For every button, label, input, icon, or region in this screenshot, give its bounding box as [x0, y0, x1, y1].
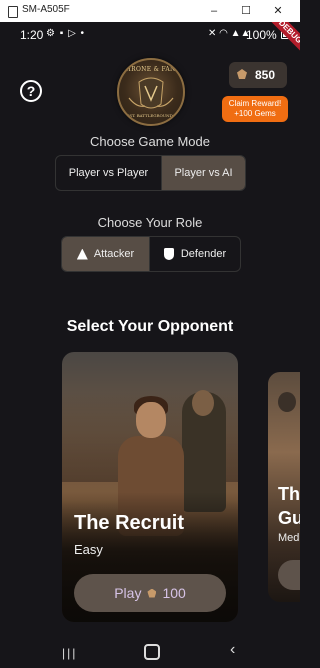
- gem-balance: 850: [229, 62, 287, 88]
- axe-icon: [278, 392, 296, 412]
- opponent-difficulty: Easy: [74, 542, 103, 557]
- status-signal-icons: ✕ ◠ ▲▲: [208, 28, 251, 39]
- opponent-name-partial: Th Gu: [278, 482, 300, 530]
- status-notification-icons: ⚙ ▪ ▷ •: [46, 28, 86, 39]
- help-button[interactable]: ?: [20, 80, 42, 102]
- role-option-attacker[interactable]: Attacker: [62, 237, 149, 271]
- android-nav-bar: ||| ‹: [0, 634, 300, 668]
- home-button[interactable]: [144, 644, 160, 660]
- gem-icon: [237, 69, 247, 79]
- claim-reward-label: Claim Reward!: [228, 99, 282, 108]
- status-bar: 1:20 ⚙ ▪ ▷ • ✕ ◠ ▲▲ 100%: [0, 22, 300, 46]
- warning-icon: [76, 248, 88, 260]
- opponent-card-recruit[interactable]: The Recruit Easy Play 100: [62, 352, 238, 622]
- recruit-head: [136, 402, 166, 438]
- maximize-button[interactable]: ☐: [236, 3, 256, 19]
- status-time: 1:20: [20, 28, 44, 42]
- role-selector: Attacker Defender: [61, 236, 241, 272]
- gem-count: 850: [255, 68, 276, 82]
- battery-percent: 100%: [246, 28, 277, 42]
- logo-subtitle: EST. BATTLEGROUNDS: [126, 113, 176, 118]
- opponent-section-title: Select Your Opponent: [66, 318, 234, 335]
- play-cost: 100: [162, 585, 186, 601]
- game-mode-label: Choose Game Mode: [90, 134, 210, 149]
- opponent-name-line1: Th: [278, 484, 300, 504]
- opponent-card-next[interactable]: Th Gu Med: [268, 372, 300, 602]
- phone-screen: 1:20 ⚙ ▪ ▷ • ✕ ◠ ▲▲ 100% DEBUG ? THRONE …: [0, 22, 300, 668]
- role-attacker-label: Attacker: [93, 248, 135, 260]
- claim-reward-amount: +100 Gems: [234, 109, 276, 118]
- play-button-partial[interactable]: [278, 560, 300, 590]
- mode-option-pvp[interactable]: Player vs Player: [56, 156, 161, 190]
- play-button[interactable]: Play 100: [74, 574, 226, 612]
- window-titlebar: SM-A505F – ☐ ✕: [0, 0, 300, 23]
- game-mode-selector: Player vs Player Player vs AI: [55, 155, 246, 191]
- close-button[interactable]: ✕: [268, 3, 288, 19]
- shield-icon: [163, 248, 174, 260]
- minimize-button[interactable]: –: [204, 3, 224, 19]
- claim-reward-button[interactable]: Claim Reward! +100 Gems: [222, 96, 288, 122]
- opponent-difficulty-partial: Med: [278, 532, 300, 544]
- role-defender-label: Defender: [180, 248, 227, 260]
- opponent-name: The Recruit: [74, 512, 185, 534]
- phone-icon: [8, 6, 18, 18]
- play-label: Play: [114, 585, 142, 601]
- window-title: SM-A505F: [22, 4, 70, 15]
- gem-icon: [147, 588, 157, 598]
- role-option-defender[interactable]: Defender: [150, 237, 240, 271]
- recents-button[interactable]: |||: [62, 646, 77, 660]
- game-logo: THRONE & FANG EST. BATTLEGROUNDS: [117, 58, 185, 126]
- mode-option-pvai[interactable]: Player vs AI: [162, 156, 245, 190]
- opponent-name-line2: Gu: [278, 508, 300, 528]
- role-label: Choose Your Role: [97, 215, 203, 230]
- soldier-head: [192, 390, 214, 416]
- back-button[interactable]: ‹: [230, 641, 235, 659]
